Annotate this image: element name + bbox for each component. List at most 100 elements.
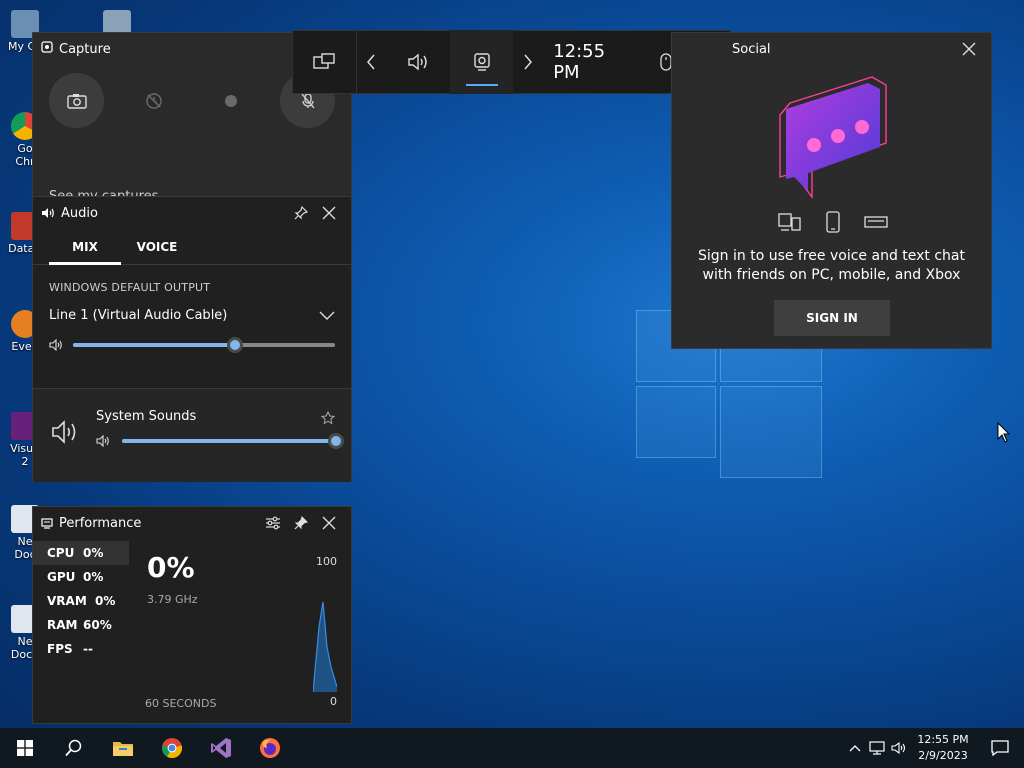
firefox-icon [259, 738, 280, 758]
search-button[interactable] [49, 728, 98, 768]
scroll-right-button[interactable] [513, 30, 543, 94]
chevron-left-icon [367, 54, 376, 70]
close-icon [322, 206, 336, 220]
mic-off-icon [300, 92, 315, 108]
tab-mix[interactable]: MIX [49, 229, 121, 265]
folder-icon [112, 742, 133, 756]
widget-menu-icon [313, 53, 335, 69]
performance-options-button[interactable] [259, 509, 287, 537]
volume-icon [891, 741, 906, 755]
metric-vram[interactable]: VRAM 0% [33, 589, 129, 613]
audio-widget: Audio MIX VOICE WINDOWS DEFAULT OUTPUT L… [32, 196, 352, 482]
chrome-icon [161, 738, 182, 759]
metric-ram[interactable]: RAM 60% [33, 613, 129, 637]
close-audio-button[interactable] [315, 199, 343, 227]
performance-header[interactable]: Performance [33, 507, 351, 539]
visual-studio-icon [210, 738, 231, 758]
platform-icons [778, 211, 888, 233]
taskbar-chrome[interactable] [147, 728, 196, 768]
chevron-down-icon [319, 311, 335, 320]
performance-widget: Performance CPU 0% GPU 0% VRAM 0% RAM 60% FP… [32, 506, 352, 724]
widget-menu-button[interactable] [293, 30, 357, 94]
capture-widget-button[interactable] [449, 30, 514, 94]
app-volume-fill [122, 439, 336, 443]
app-name: System Sounds [96, 409, 197, 424]
taskbar-clock[interactable]: 12:55 PM 2/9/2023 [910, 732, 976, 764]
taskbar-firefox[interactable] [245, 728, 294, 768]
pin-button[interactable] [287, 199, 315, 227]
record-last-icon [145, 92, 162, 109]
pin-icon [294, 516, 308, 530]
taskbar: 12:55 PM 2/9/2023 [0, 728, 1024, 768]
windows-start-icon [16, 740, 33, 756]
action-center-button[interactable] [976, 728, 1024, 768]
taskbar-visual-studio[interactable] [196, 728, 245, 768]
screenshot-button[interactable] [49, 73, 104, 128]
sliders-icon [266, 516, 280, 530]
network-icon [869, 741, 885, 755]
output-section-label: WINDOWS DEFAULT OUTPUT [49, 281, 211, 294]
output-device-name: Line 1 (Virtual Audio Cable) [49, 308, 228, 323]
record-last-30-button[interactable] [126, 73, 181, 128]
speaker-small-icon [42, 208, 54, 218]
close-performance-button[interactable] [315, 509, 343, 537]
cpu-usage-value: 0% [147, 551, 195, 584]
metrics-list: CPU 0% GPU 0% VRAM 0% RAM 60% FPS -- [33, 541, 129, 661]
cpu-frequency: 3.79 GHz [147, 593, 198, 606]
scroll-left-button[interactable] [357, 30, 387, 94]
system-tray: 12:55 PM 2/9/2023 [844, 728, 1024, 768]
xbox-console-icon [864, 216, 888, 228]
chat-bubble-illustration-icon [779, 76, 887, 200]
active-indicator [465, 84, 498, 86]
taskbar-date: 2/9/2023 [918, 749, 968, 762]
search-icon [64, 739, 81, 757]
close-icon [962, 42, 976, 56]
output-device-dropdown[interactable]: Line 1 (Virtual Audio Cable) [33, 294, 351, 323]
metric-fps[interactable]: FPS -- [33, 637, 129, 661]
audio-header[interactable]: Audio [33, 197, 351, 229]
start-button[interactable] [0, 728, 49, 768]
output-volume-fill [73, 343, 236, 347]
capture-widget-icon [41, 41, 53, 57]
metric-gpu[interactable]: GPU 0% [33, 565, 129, 589]
sign-in-button[interactable]: SIGN IN [774, 300, 890, 336]
taskbar-file-explorer[interactable] [98, 728, 147, 768]
pin-button[interactable] [287, 509, 315, 537]
cpu-usage-graph [313, 601, 337, 692]
metric-cpu[interactable]: CPU 0% [33, 541, 129, 565]
favorite-star-icon[interactable] [321, 411, 335, 425]
social-widget: Social Sign in to use free voice and tex… [671, 32, 992, 349]
taskbar-time: 12:55 PM [917, 733, 969, 746]
output-volume-slider[interactable] [73, 337, 335, 353]
volume-icon [49, 339, 62, 351]
speaker-icon [408, 53, 427, 71]
close-icon [322, 516, 336, 530]
show-hidden-icons-button[interactable] [844, 728, 866, 768]
chevron-right-icon [524, 54, 533, 70]
network-button[interactable] [866, 728, 888, 768]
app-volume-slider[interactable] [122, 433, 344, 449]
audio-widget-button[interactable] [386, 30, 450, 94]
performance-monitor-icon [41, 518, 53, 529]
game-bar: 12:55 PM [292, 30, 731, 94]
volume-icon [96, 435, 109, 447]
chevron-up-icon [849, 745, 861, 752]
speaker-large-icon [52, 420, 76, 444]
social-title: Social [732, 41, 771, 57]
social-header[interactable]: Social [672, 33, 991, 65]
mobile-icon [826, 211, 840, 233]
pc-icon [778, 213, 801, 231]
output-volume-thumb[interactable] [227, 337, 244, 353]
close-social-button[interactable] [955, 35, 983, 63]
tab-voice[interactable]: VOICE [121, 229, 193, 264]
start-recording-button[interactable] [203, 73, 258, 128]
app-mixer-system-sounds: System Sounds [33, 388, 351, 482]
capture-icon [473, 53, 490, 71]
mouse-cursor-icon [997, 422, 1011, 443]
volume-tray-button[interactable] [888, 728, 910, 768]
graph-time-window: 60 SECONDS [145, 697, 217, 710]
graph-axis-min: 0 [330, 695, 337, 708]
app-volume-thumb[interactable] [328, 433, 344, 449]
notification-icon [991, 740, 1009, 756]
record-dot-icon [224, 94, 237, 107]
